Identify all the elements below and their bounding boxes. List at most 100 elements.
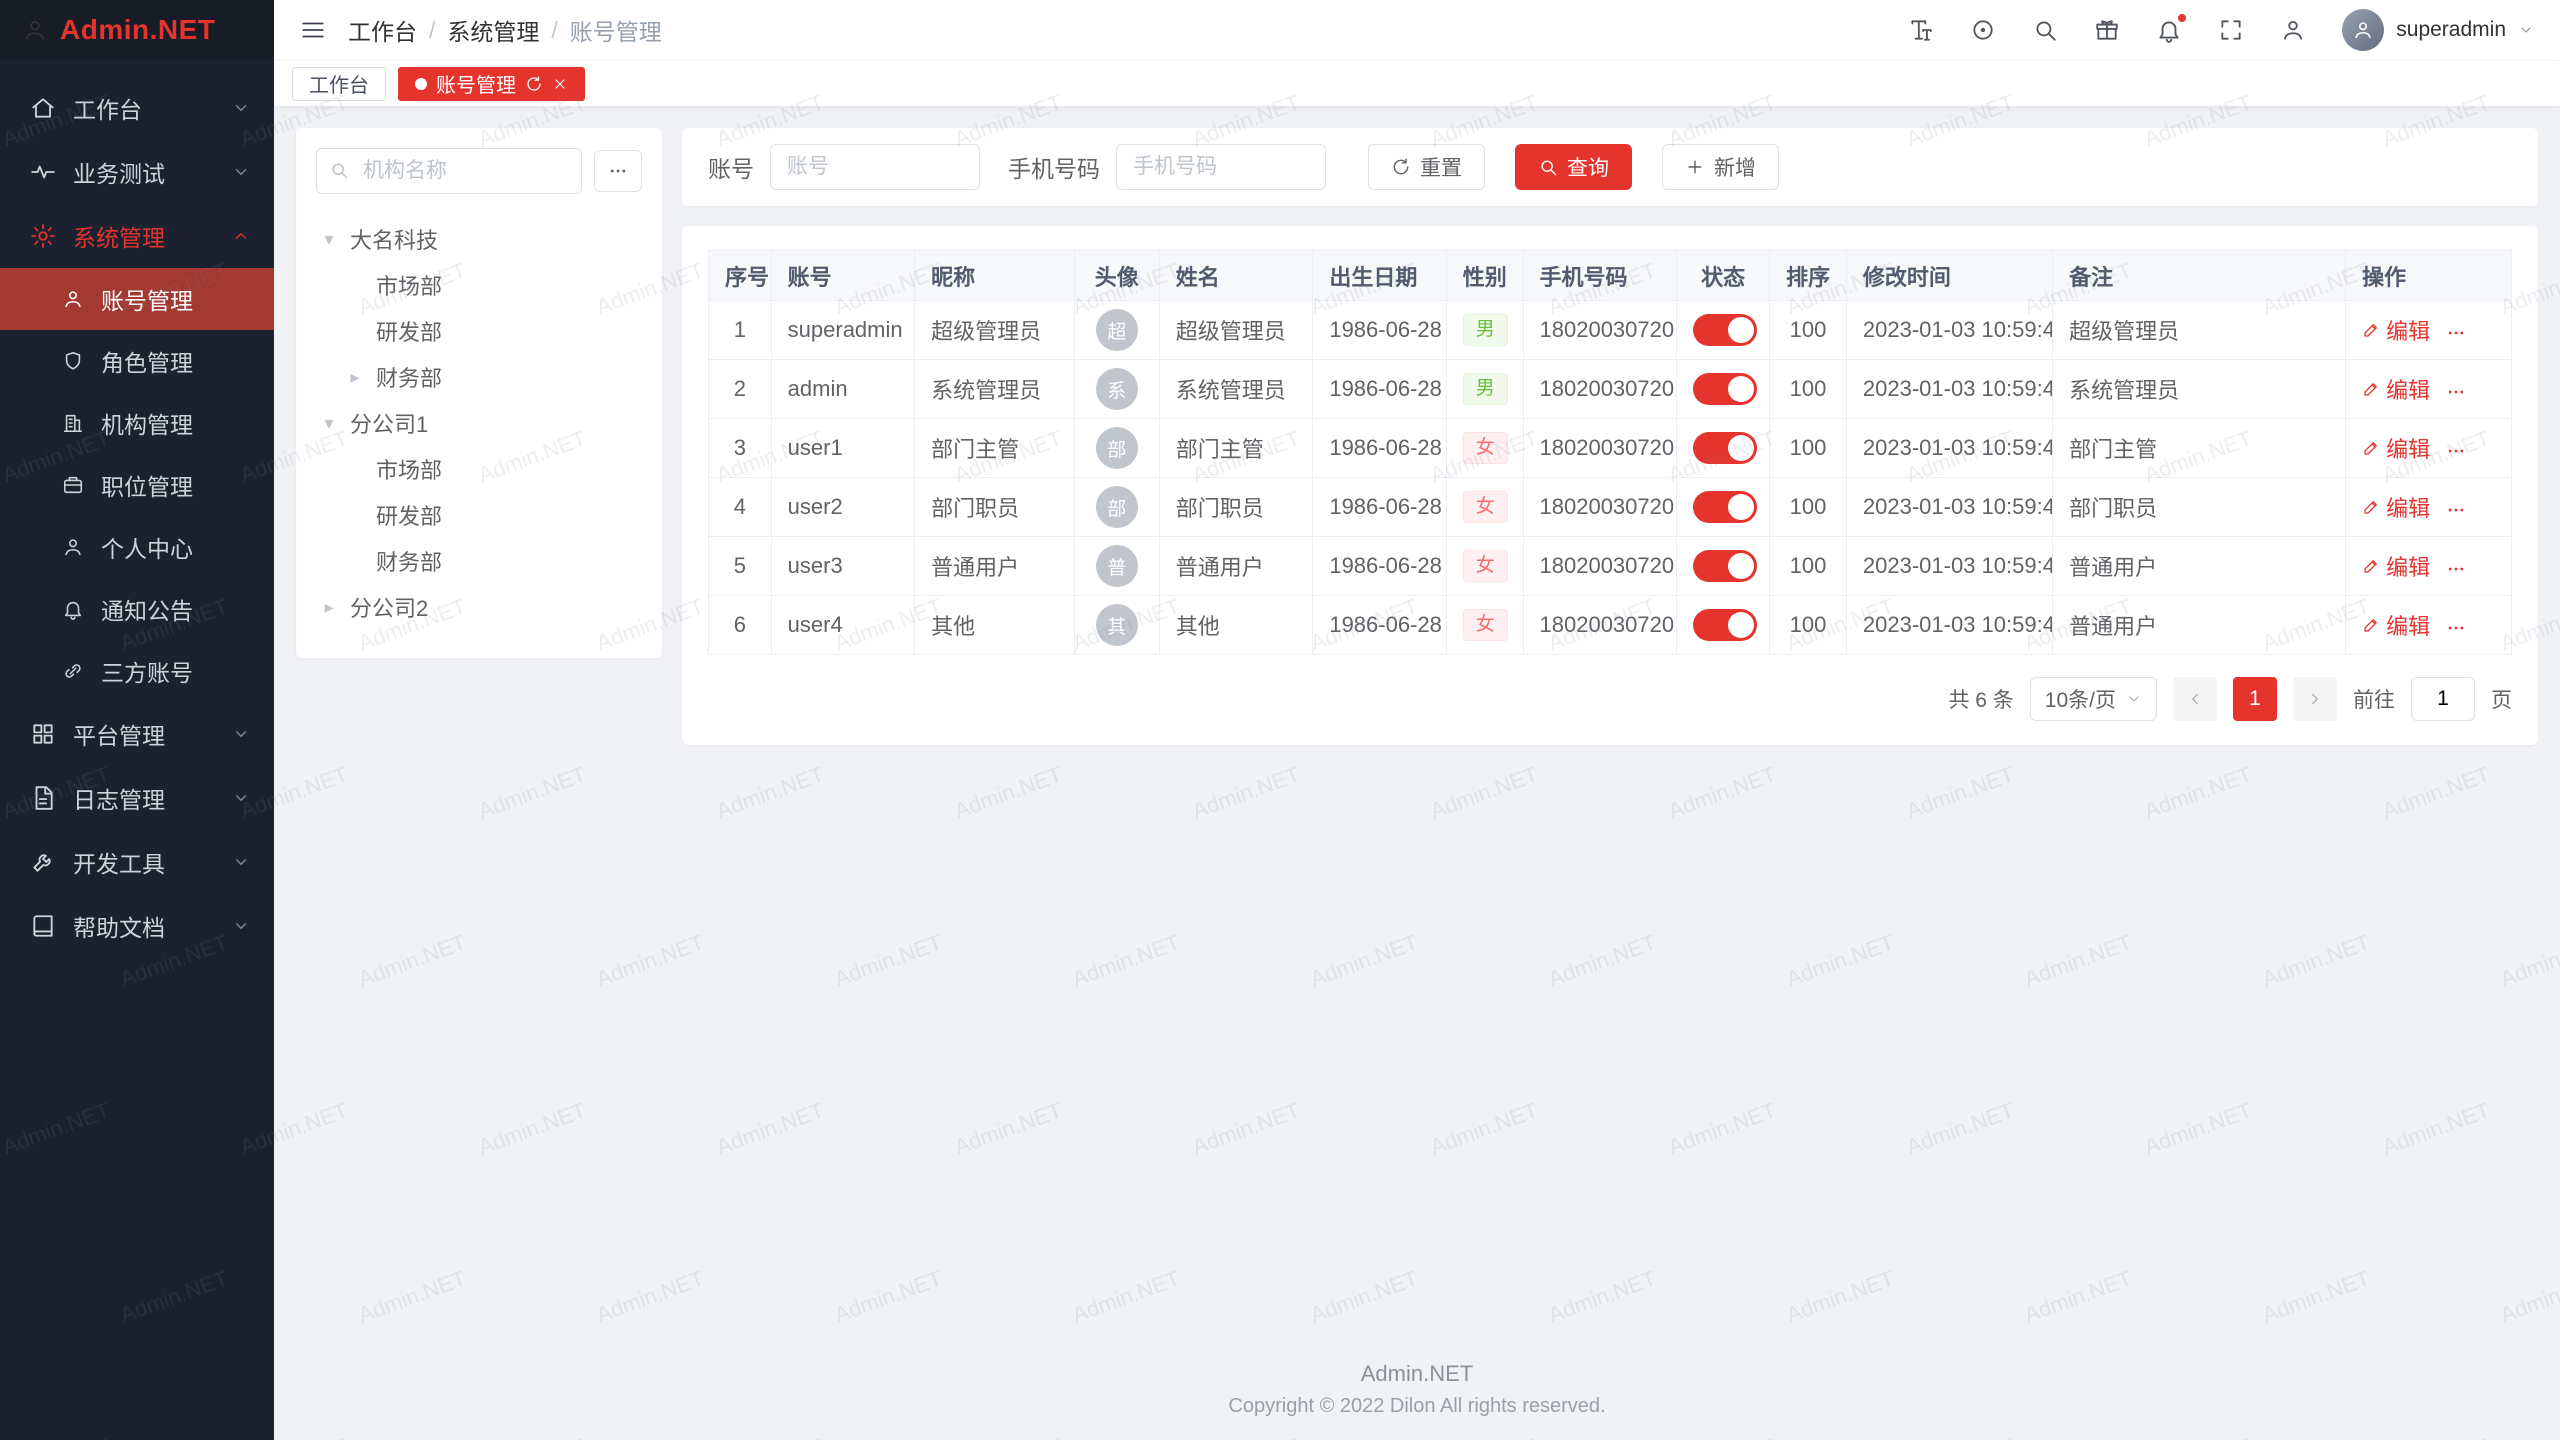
sidebar-item-org-management[interactable]: 机构管理: [0, 392, 274, 454]
edit-button[interactable]: 编辑: [2362, 609, 2430, 641]
cell-birth: 1986-06-28: [1313, 360, 1446, 419]
account-input[interactable]: [770, 144, 980, 190]
cell-birth: 1986-06-28: [1313, 478, 1446, 537]
caret-down-icon[interactable]: ▾: [316, 413, 342, 434]
edit-button[interactable]: 编辑: [2362, 314, 2430, 346]
status-toggle[interactable]: [1693, 609, 1757, 641]
more-actions-icon[interactable]: [2446, 618, 2466, 638]
sidebar-item-position-management[interactable]: 职位管理: [0, 454, 274, 516]
fullscreen-icon[interactable]: [2218, 17, 2244, 43]
status-toggle[interactable]: [1693, 491, 1757, 523]
cell-order: 100: [1770, 537, 1847, 596]
tree-more-button[interactable]: [594, 150, 642, 192]
profile-icon[interactable]: [2280, 17, 2306, 43]
edit-label: 编辑: [2386, 550, 2430, 582]
caret-down-icon[interactable]: ▾: [316, 229, 342, 250]
sidebar-item-dev-tools[interactable]: 开发工具: [0, 830, 274, 894]
plus-icon: [1685, 157, 1705, 177]
caret-right-icon[interactable]: ▸: [316, 597, 342, 618]
more-actions-icon[interactable]: [2446, 382, 2466, 402]
more-actions-icon[interactable]: [2446, 323, 2466, 343]
reset-button[interactable]: 重置: [1368, 144, 1485, 190]
tab-account-management[interactable]: 账号管理: [398, 67, 585, 101]
cell-remark: 部门职员: [2053, 478, 2346, 537]
tree-node[interactable]: ▾ 大名科技: [316, 216, 642, 262]
toggle-knob: [1728, 376, 1754, 402]
sidebar-item-help-docs[interactable]: 帮助文档: [0, 894, 274, 958]
cell-index: 1: [709, 301, 772, 360]
sidebar-item-personal-center[interactable]: 个人中心: [0, 516, 274, 578]
sidebar-item-workbench[interactable]: 工作台: [0, 76, 274, 140]
sidebar-item-log-management[interactable]: 日志管理: [0, 766, 274, 830]
table-row: 2 admin 系统管理员 系 系统管理员 1986-06-28 男 18020…: [709, 360, 2512, 419]
theme-icon[interactable]: [2094, 17, 2120, 43]
tree-node[interactable]: ▾ 分公司1: [316, 400, 642, 446]
more-actions-icon[interactable]: [2446, 500, 2466, 520]
user-menu[interactable]: superadmin: [2342, 9, 2534, 51]
cell-actions: 编辑: [2346, 360, 2512, 419]
cell-name: 部门职员: [1159, 478, 1313, 537]
status-toggle[interactable]: [1693, 550, 1757, 582]
next-page-button[interactable]: [2293, 677, 2337, 721]
status-toggle[interactable]: [1693, 432, 1757, 464]
font-size-icon[interactable]: [1908, 17, 1934, 43]
phone-input[interactable]: [1116, 144, 1326, 190]
cell-birth: 1986-06-28: [1313, 301, 1446, 360]
more-actions-icon[interactable]: [2446, 441, 2466, 461]
tab-workbench[interactable]: 工作台: [292, 67, 386, 101]
breadcrumb-separator: /: [551, 17, 557, 44]
locate-icon[interactable]: [1970, 17, 1996, 43]
search-icon: [329, 160, 349, 180]
table-row: 5 user3 普通用户 普 普通用户 1986-06-28 女 1802003…: [709, 537, 2512, 596]
tree-node[interactable]: ▸ 分公司2: [316, 584, 642, 630]
breadcrumb-item[interactable]: 工作台: [348, 13, 417, 47]
notification-bell[interactable]: [2156, 17, 2182, 43]
sidebar-item-notice[interactable]: 通知公告: [0, 578, 274, 640]
refresh-icon[interactable]: [525, 75, 543, 93]
status-toggle[interactable]: [1693, 314, 1757, 346]
page-number-button[interactable]: 1: [2233, 677, 2277, 721]
edit-icon: [2362, 439, 2380, 457]
tree-node[interactable]: 研发部: [316, 308, 642, 354]
edit-button[interactable]: 编辑: [2362, 491, 2430, 523]
tree-node[interactable]: ▸ 财务部: [316, 354, 642, 400]
search-button[interactable]: 查询: [1515, 144, 1632, 190]
status-toggle[interactable]: [1693, 373, 1757, 405]
tree-node[interactable]: 财务部: [316, 538, 642, 584]
col-remark: 备注: [2053, 251, 2346, 301]
search-icon[interactable]: [2032, 17, 2058, 43]
cell-account: admin: [771, 360, 915, 419]
close-icon[interactable]: [552, 76, 568, 92]
sidebar-item-account-management[interactable]: 账号管理: [0, 268, 274, 330]
page-size-select[interactable]: 10条/页: [2030, 677, 2157, 721]
sidebar-item-third-party-account[interactable]: 三方账号: [0, 640, 274, 702]
logo[interactable]: Admin.NET: [0, 0, 274, 60]
content-area: ▾ 大名科技 市场部 研发部 ▸ 财务部: [274, 106, 2560, 1353]
org-search-input[interactable]: [316, 148, 582, 194]
edit-button[interactable]: 编辑: [2362, 432, 2430, 464]
cell-index: 6: [709, 596, 772, 655]
cell-order: 100: [1770, 419, 1847, 478]
prev-page-button[interactable]: [2173, 677, 2217, 721]
breadcrumb: 工作台 / 系统管理 / 账号管理: [348, 13, 662, 47]
sidebar-item-business-test[interactable]: 业务测试: [0, 140, 274, 204]
edit-button[interactable]: 编辑: [2362, 373, 2430, 405]
add-button[interactable]: 新增: [1662, 144, 1779, 190]
caret-right-icon[interactable]: ▸: [342, 367, 368, 388]
cell-name: 其他: [1159, 596, 1313, 655]
hamburger-menu-icon[interactable]: [300, 17, 326, 43]
tree-node[interactable]: 市场部: [316, 262, 642, 308]
building-icon: [62, 412, 84, 434]
pagination: 共 6 条 10条/页 1 前往 页: [708, 677, 2512, 721]
sidebar-item-system-management[interactable]: 系统管理: [0, 204, 274, 268]
breadcrumb-item[interactable]: 系统管理: [447, 13, 539, 47]
sidebar-item-platform-management[interactable]: 平台管理: [0, 702, 274, 766]
tree-node[interactable]: 研发部: [316, 492, 642, 538]
sidebar-item-label: 系统管理: [73, 219, 215, 253]
goto-page-input[interactable]: [2411, 677, 2475, 721]
tree-node[interactable]: 市场部: [316, 446, 642, 492]
toggle-knob: [1728, 553, 1754, 579]
edit-button[interactable]: 编辑: [2362, 550, 2430, 582]
sidebar-item-role-management[interactable]: 角色管理: [0, 330, 274, 392]
more-actions-icon[interactable]: [2446, 559, 2466, 579]
